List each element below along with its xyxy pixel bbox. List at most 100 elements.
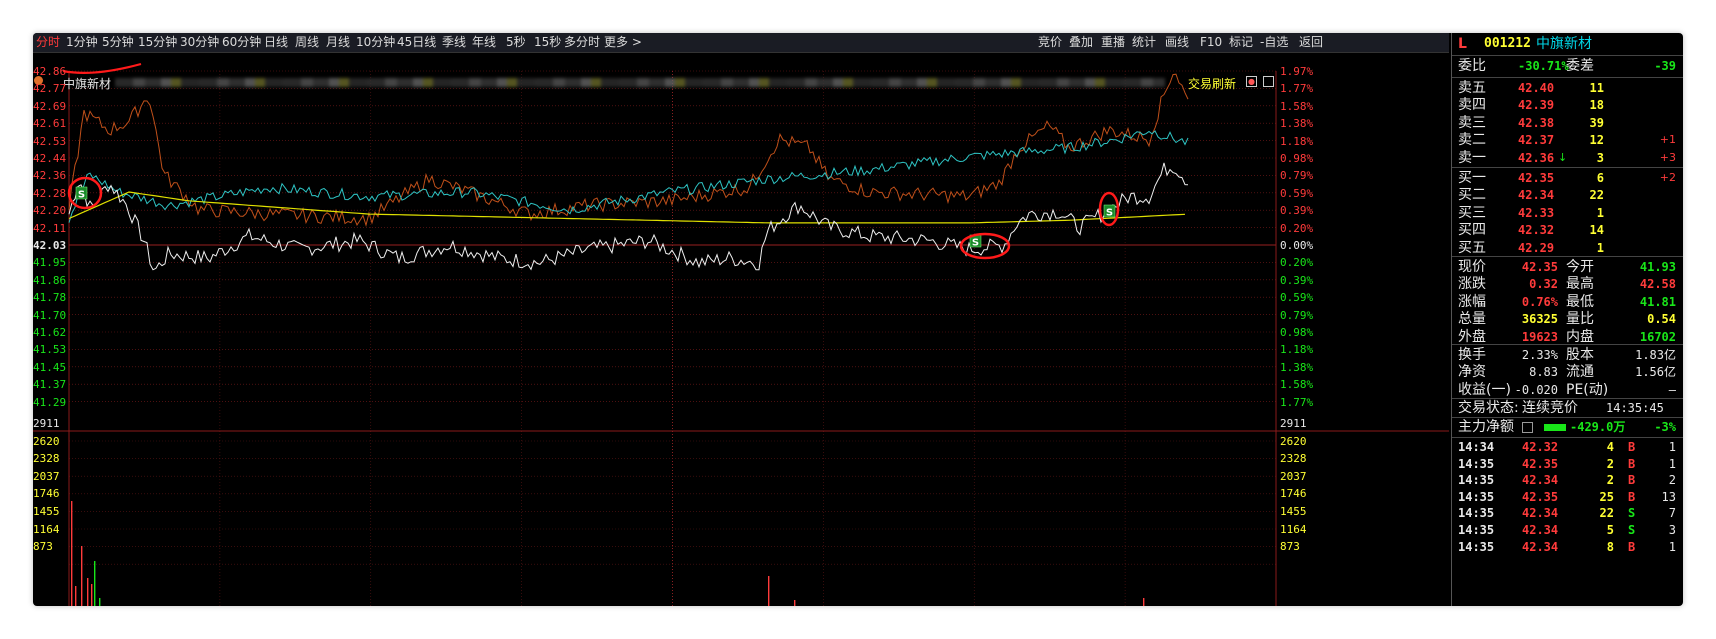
tool-button-2[interactable]: 重播: [1101, 33, 1125, 52]
tick-price: 42.32: [1522, 440, 1559, 454]
stat-label: 涨跌: [1458, 276, 1486, 293]
tick-side: S: [1628, 523, 1636, 537]
bid-row-4: 买五 42.29 1: [1452, 239, 1683, 257]
period-tab-10[interactable]: 45日线: [397, 33, 436, 52]
ask-row-1: 卖四 42.39 18: [1452, 96, 1683, 114]
tick-row[interactable]: 14:35 42.35 2 B 1: [1452, 456, 1683, 472]
vol-tick-left-1: 2620: [33, 434, 60, 448]
tool-button-7[interactable]: -自选: [1260, 33, 1288, 52]
tick-time: 14:34: [1458, 440, 1495, 454]
fund-value: 8.83: [1529, 365, 1558, 380]
bid-price: 42.35: [1518, 171, 1555, 185]
ask-price: 42.40: [1518, 81, 1555, 95]
bid-price: 42.34: [1518, 188, 1555, 203]
period-tab-8[interactable]: 月线: [326, 33, 350, 52]
stat-label: 最高: [1566, 276, 1594, 293]
vol-tick-left-2: 2328: [33, 452, 60, 466]
weicha-label: 委差: [1566, 58, 1594, 74]
period-tab-5[interactable]: 60分钟: [222, 33, 261, 52]
tool-button-0[interactable]: 竞价: [1038, 33, 1062, 52]
tick-price: 42.34: [1522, 539, 1559, 554]
ask-price: 42.39: [1518, 98, 1555, 113]
period-tab-3[interactable]: 15分钟: [138, 33, 177, 52]
period-tab-12[interactable]: 年线: [472, 33, 496, 52]
period-tab-14[interactable]: 15秒: [534, 33, 561, 52]
tool-button-3[interactable]: 统计: [1132, 33, 1156, 52]
chart-canvas[interactable]: S S S: [33, 53, 1449, 606]
vol-tick-left-3: 2037: [33, 469, 60, 483]
record-icon[interactable]: ●: [1246, 76, 1257, 87]
pct-tick-4: 1.18%: [1280, 134, 1314, 148]
bid-label: 买一: [1458, 170, 1486, 186]
stat-row-3: 总量 36325 量比 0.54: [1452, 310, 1683, 328]
volume-bar: [794, 600, 796, 606]
stock-terminal-window: 分时 1分钟 5分钟 15分钟 30分钟 60分钟 日线 周线 月线 10分钟 45日线 季线 年线 5秒…: [33, 33, 1683, 606]
stat-value: 42.35: [1521, 260, 1558, 274]
bid-price: 42.29: [1518, 240, 1555, 255]
stat-row-2: 涨幅 0.76% 最低 41.81: [1452, 293, 1683, 311]
pct-tick-3: 1.38%: [1280, 117, 1314, 131]
menu-icon[interactable]: [1522, 422, 1533, 433]
stat-value: 16702: [1639, 329, 1676, 344]
tick-time: 14:35: [1458, 473, 1495, 488]
period-tab-16[interactable]: 更多 >: [604, 33, 642, 52]
intraday-chart[interactable]: S S S 中旗新材 交易刷新 ● 42.86 42.77 42.69 42.61 42.5…: [33, 53, 1449, 606]
webi-label: 委比: [1458, 58, 1486, 74]
ask-label: 卖二: [1458, 132, 1486, 149]
stat-row-4: 外盘 19623 内盘 16702: [1452, 328, 1683, 346]
stat-row-0: 现价 42.35 今开 41.93: [1452, 258, 1683, 276]
tick-row[interactable]: 14:35 42.34 2 B 2: [1452, 472, 1683, 488]
status-label: 交易状态:: [1458, 400, 1519, 416]
fund-label: 收益(一): [1458, 381, 1511, 398]
tool-button-1[interactable]: 叠加: [1069, 33, 1093, 52]
volume-bar: [81, 546, 83, 606]
period-tab-2[interactable]: 5分钟: [102, 33, 134, 52]
tool-button-8[interactable]: 返回: [1299, 33, 1323, 52]
stat-label: 现价: [1458, 259, 1486, 275]
tick-price: 42.35: [1522, 489, 1559, 504]
tick-row[interactable]: 14:35 42.35 25 B 13: [1452, 489, 1683, 505]
period-tab-0[interactable]: 分时: [36, 33, 60, 52]
tool-button-6[interactable]: 标记: [1229, 33, 1253, 52]
stat-label: 量比: [1566, 311, 1594, 328]
vol-tick-right-3: 2037: [1280, 469, 1307, 483]
pct-tick-15: 0.98%: [1280, 326, 1314, 339]
fund-label: 换手: [1458, 347, 1486, 363]
vol-tick-right-4: 1746: [1280, 487, 1307, 501]
bid-row-1: 买二 42.34 22: [1452, 186, 1683, 204]
tick-count: 1: [1668, 440, 1676, 454]
fund-label: 净资: [1458, 364, 1486, 381]
tick-time: 14:35: [1458, 456, 1495, 471]
period-tab-11[interactable]: 季线: [442, 33, 466, 52]
tick-count: 3: [1668, 523, 1676, 537]
tool-button-4[interactable]: 画线: [1165, 33, 1189, 52]
period-tab-4[interactable]: 30分钟: [180, 33, 219, 52]
period-tab-7[interactable]: 周线: [295, 33, 319, 52]
period-tab-9[interactable]: 10分钟: [356, 33, 395, 52]
tool-button-5[interactable]: F10: [1200, 33, 1222, 52]
vol-tick-left-5: 1455: [33, 505, 60, 518]
tick-volume: 2: [1606, 456, 1614, 471]
tick-row[interactable]: 14:35 42.34 5 S 3: [1452, 522, 1683, 538]
tick-price: 42.34: [1522, 473, 1559, 488]
annotation-underline: [62, 62, 142, 74]
price-tick-2: 42.69: [33, 99, 67, 113]
period-tab-13[interactable]: 5秒: [506, 33, 526, 52]
tick-row[interactable]: 14:35 42.34 8 B 1: [1452, 539, 1683, 555]
stat-value: 36325: [1521, 312, 1558, 327]
vol-tick-left-6: 1164: [33, 522, 60, 536]
price-tick-6: 42.36: [33, 169, 67, 183]
period-tab-15[interactable]: 多分时: [564, 33, 600, 52]
fund-value: 1.56亿: [1635, 365, 1676, 380]
fund-value: -0.020: [1514, 382, 1558, 397]
tick-row[interactable]: 14:34 42.32 4 B 1: [1452, 439, 1683, 455]
period-tab-6[interactable]: 日线: [264, 33, 288, 52]
period-tab-1[interactable]: 1分钟: [66, 33, 98, 52]
main-flow-label: 主力净额: [1458, 419, 1514, 435]
refresh-label[interactable]: 交易刷新: [1188, 75, 1236, 92]
tick-count: 7: [1668, 506, 1676, 521]
price-tick-13: 41.78: [33, 291, 67, 305]
panel-toggle-icon[interactable]: [1263, 76, 1274, 87]
tick-row[interactable]: 14:35 42.34 22 S 7: [1452, 505, 1683, 521]
pct-tick-1: 1.77%: [1280, 82, 1314, 96]
